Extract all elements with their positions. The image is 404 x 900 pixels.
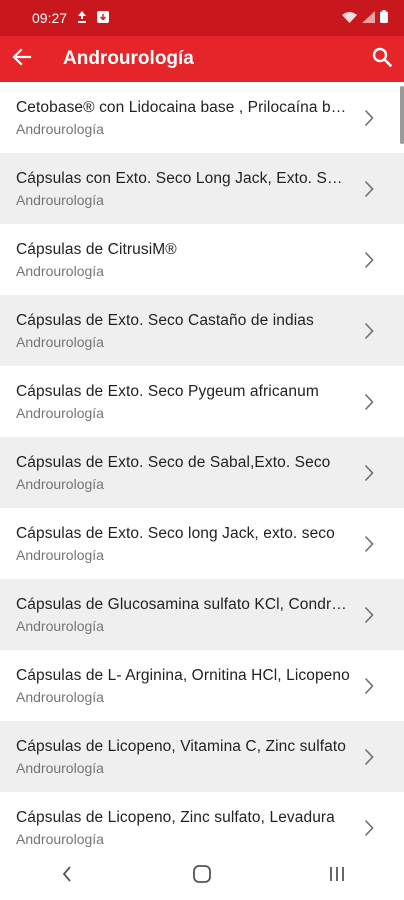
list-item-category: Androurología xyxy=(16,475,104,492)
list-item-text: Cápsulas de Exto. Seco long Jack, exto. … xyxy=(16,525,350,563)
chevron-right-icon xyxy=(350,153,388,224)
list-item-category: Androurología xyxy=(16,688,104,705)
list-item[interactable]: Cápsulas de Exto. Seco de Sabal,Exto. Se… xyxy=(0,437,404,508)
list-item[interactable]: Cápsulas de L- Arginina, Ornitina HCl, L… xyxy=(0,650,404,721)
list-item-text: Cápsulas de CitrusiM® Androurología xyxy=(16,241,350,279)
arrow-left-icon xyxy=(12,47,32,72)
list-item-category: Androurología xyxy=(16,617,104,634)
list-item-category: Androurología xyxy=(16,262,104,279)
list-item-text: Cápsulas de Exto. Seco Castaño de indias… xyxy=(16,312,350,350)
list-item-text: Cápsulas de Exto. Seco Pygeum africanum A… xyxy=(16,383,350,421)
battery-icon xyxy=(380,10,388,26)
chevron-right-icon xyxy=(350,579,388,650)
list-item-title: Cápsulas de Exto. Seco Pygeum africanum xyxy=(16,382,319,400)
list-item-title: Cápsulas de L- Arginina, Ornitina HCl, L… xyxy=(16,666,350,684)
nav-recents-icon xyxy=(328,866,346,887)
chevron-right-icon xyxy=(350,508,388,579)
list-item-title: Cápsulas de Glucosamina sulfato KCl, Con… xyxy=(16,595,351,613)
list-item-category: Androurología xyxy=(16,546,104,563)
list-item[interactable]: Cápsulas de Licopeno, Zinc sulfato, Leva… xyxy=(0,792,404,852)
list-item-title: Cápsulas con Exto. Seco Long Jack, Exto.… xyxy=(16,169,351,187)
list-item[interactable]: Cápsulas de CitrusiM® Androurología xyxy=(0,224,404,295)
system-nav-bar xyxy=(0,852,404,900)
chevron-right-icon xyxy=(350,650,388,721)
list-item-title: Cápsulas de Licopeno, Zinc sulfato, Leva… xyxy=(16,808,335,826)
signal-icon xyxy=(362,10,375,26)
list-item-text: Cápsulas de Licopeno, Vitamina C, Zinc s… xyxy=(16,738,350,776)
list-item-text: Cetobase® con Lidocaina base , Prilocaín… xyxy=(16,98,351,137)
app-bar: Androurología xyxy=(0,36,404,82)
download-icon xyxy=(97,10,110,26)
product-list[interactable]: Cetobase® con Lidocaina base , Prilocaín… xyxy=(0,82,404,852)
back-button[interactable] xyxy=(0,36,44,82)
nav-back-button[interactable] xyxy=(37,852,97,900)
list-item-text: Cápsulas de Glucosamina sulfato KCl, Con… xyxy=(16,595,351,634)
status-time: 09:27 xyxy=(32,10,68,26)
list-item-title: Cápsulas de Exto. Seco Castaño de indias xyxy=(16,311,314,329)
list-item[interactable]: Cápsulas de Exto. Seco long Jack, exto. … xyxy=(0,508,404,579)
wifi-icon xyxy=(342,10,357,26)
list-item-text: Cápsulas de Exto. Seco de Sabal,Exto. Se… xyxy=(16,454,350,492)
list-item-category: Androurología xyxy=(16,404,104,421)
list-item[interactable]: Cápsulas de Exto. Seco Pygeum africanum A… xyxy=(0,366,404,437)
list-item-text: Cápsulas de L- Arginina, Ornitina HCl, L… xyxy=(16,667,350,705)
status-bar: 09:27 xyxy=(0,0,404,36)
upload-icon xyxy=(77,10,87,26)
search-button[interactable] xyxy=(360,36,404,82)
list-item-text: Cápsulas de Licopeno, Zinc sulfato, Leva… xyxy=(16,809,350,847)
chevron-right-icon xyxy=(350,792,388,852)
search-icon xyxy=(372,47,392,72)
list-item-title: Cetobase® con Lidocaina base , Prilocaín… xyxy=(16,98,351,116)
list-item[interactable]: Cápsulas de Glucosamina sulfato KCl, Con… xyxy=(0,579,404,650)
nav-recents-button[interactable] xyxy=(307,852,367,900)
list-item[interactable]: Cetobase® con Lidocaina base , Prilocaín… xyxy=(0,82,404,153)
list-item-title: Cápsulas de Licopeno, Vitamina C, Zinc s… xyxy=(16,737,346,755)
list-item[interactable]: Cápsulas con Exto. Seco Long Jack, Exto.… xyxy=(0,153,404,224)
list-item-category: Androurología xyxy=(16,120,104,137)
chevron-right-icon xyxy=(350,437,388,508)
list-item-category: Androurología xyxy=(16,830,104,847)
list-item-category: Androurología xyxy=(16,191,104,208)
chevron-right-icon xyxy=(350,224,388,295)
list-item[interactable]: Cápsulas de Licopeno, Vitamina C, Zinc s… xyxy=(0,721,404,792)
nav-back-icon xyxy=(61,865,73,888)
chevron-right-icon xyxy=(350,295,388,366)
scrollbar[interactable] xyxy=(400,86,404,144)
nav-home-icon xyxy=(192,864,212,889)
list-item-category: Androurología xyxy=(16,759,104,776)
list-item-title: Cápsulas de Exto. Seco long Jack, exto. … xyxy=(16,524,335,542)
list-item-text: Cápsulas con Exto. Seco Long Jack, Exto.… xyxy=(16,169,351,208)
page-title: Androurología xyxy=(63,48,194,69)
nav-home-button[interactable] xyxy=(172,852,232,900)
list-item[interactable]: Cápsulas de Exto. Seco Castaño de indias… xyxy=(0,295,404,366)
list-item-category: Androurología xyxy=(16,333,104,350)
list-item-title: Cápsulas de CitrusiM® xyxy=(16,240,177,258)
chevron-right-icon xyxy=(350,721,388,792)
list-item-title: Cápsulas de Exto. Seco de Sabal,Exto. Se… xyxy=(16,453,331,471)
chevron-right-icon xyxy=(350,82,388,153)
chevron-right-icon xyxy=(350,366,388,437)
